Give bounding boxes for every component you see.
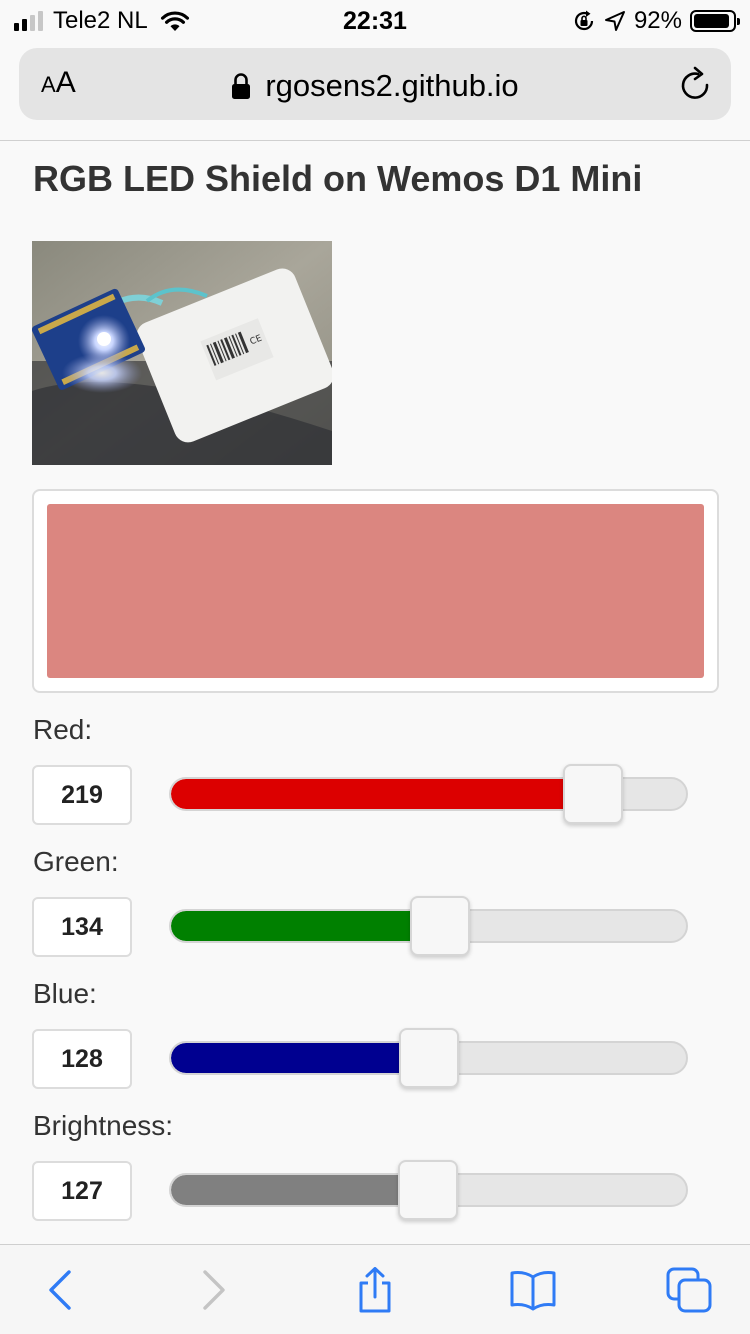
brightness-slider-fill bbox=[171, 1175, 420, 1205]
color-preview-swatch bbox=[47, 504, 704, 678]
green-slider-fill bbox=[171, 911, 433, 941]
blue-slider-fill bbox=[171, 1043, 422, 1073]
battery-level bbox=[694, 14, 729, 28]
page-title: RGB LED Shield on Wemos D1 Mini bbox=[33, 158, 643, 199]
url-field[interactable]: rgosens2.github.io bbox=[19, 68, 731, 104]
back-icon[interactable] bbox=[38, 1267, 84, 1313]
red-label: Red: bbox=[33, 714, 93, 745]
status-bar: Tele2 NL 22:31 92% bbox=[0, 0, 750, 40]
red-slider-thumb[interactable] bbox=[563, 764, 624, 824]
green-label: Green: bbox=[33, 846, 119, 877]
share-icon[interactable] bbox=[352, 1267, 398, 1313]
brightness-label: Brightness: bbox=[33, 1110, 174, 1141]
battery-percent: 92% bbox=[633, 7, 682, 34]
green-value-field[interactable]: 134 bbox=[32, 897, 132, 957]
device-photo-illustration: CE bbox=[32, 241, 332, 465]
blue-label: Blue: bbox=[33, 978, 97, 1009]
address-bar[interactable]: AA rgosens2.github.io bbox=[19, 48, 731, 120]
blue-slider-thumb[interactable] bbox=[399, 1028, 460, 1088]
forward-icon[interactable] bbox=[190, 1267, 236, 1313]
bookmarks-icon[interactable] bbox=[510, 1267, 556, 1313]
tabs-icon[interactable] bbox=[666, 1267, 712, 1313]
status-right: 92% bbox=[572, 7, 740, 35]
header-divider bbox=[0, 140, 750, 141]
orientation-lock-icon bbox=[574, 10, 594, 31]
reload-icon[interactable] bbox=[679, 66, 713, 102]
location-icon bbox=[604, 11, 625, 31]
blue-value-field[interactable]: 128 bbox=[32, 1029, 132, 1089]
browser-toolbar bbox=[0, 1244, 750, 1334]
green-slider-thumb[interactable] bbox=[410, 896, 471, 956]
padlock-icon bbox=[232, 73, 251, 99]
color-preview-frame bbox=[32, 489, 719, 693]
brightness-value-field[interactable]: 127 bbox=[32, 1161, 132, 1221]
device-photo: CE bbox=[32, 241, 332, 465]
url-text: rgosens2.github.io bbox=[265, 68, 519, 103]
battery-icon bbox=[690, 10, 740, 32]
brightness-slider-thumb[interactable] bbox=[397, 1160, 458, 1220]
red-slider-fill bbox=[171, 779, 586, 809]
red-value-field[interactable]: 219 bbox=[32, 765, 132, 825]
